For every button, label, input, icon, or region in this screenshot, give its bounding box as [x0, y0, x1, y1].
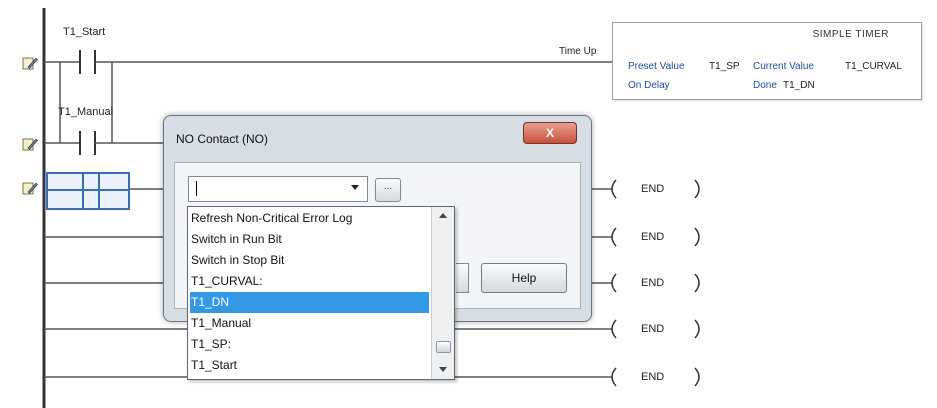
preset-value-label: Preset Value [628, 61, 685, 72]
chevron-down-icon[interactable] [351, 185, 359, 190]
contact-wire [48, 189, 128, 191]
preset-value: T1_SP [709, 61, 740, 72]
text-caret [196, 181, 197, 196]
list-item[interactable]: Switch in Run Bit [190, 229, 429, 250]
scroll-down-icon[interactable] [439, 367, 447, 372]
on-delay-label: On Delay [628, 80, 670, 91]
scroll-up-icon[interactable] [439, 213, 447, 218]
end-coil-left-2 [611, 227, 617, 247]
simple-timer-block[interactable]: SIMPLE TIMER Preset Value T1_SP Current … [612, 22, 922, 100]
dialog-title: NO Contact (NO) [176, 132, 269, 146]
tag-combobox[interactable] [188, 176, 368, 202]
end-coil-right-5 [694, 367, 700, 387]
list-item[interactable]: T1_SP: [190, 334, 429, 355]
end-coil-label: END [641, 183, 665, 195]
close-button[interactable]: X [523, 122, 577, 144]
list-item-selected[interactable]: T1_DN [190, 292, 429, 313]
tag-dropdown-list[interactable]: Refresh Non-Critical Error Log Switch in… [187, 206, 455, 380]
end-coil-label: END [641, 277, 665, 289]
done-value: T1_DN [783, 80, 815, 91]
rung-edit-icon[interactable] [22, 55, 38, 71]
end-coil-label: END [641, 231, 665, 243]
rung-edit-icon[interactable] [22, 136, 38, 152]
time-up-label: Time Up [559, 46, 597, 57]
list-item[interactable]: Switch in Stop Bit [190, 250, 429, 271]
dropdown-scrollbar[interactable] [431, 207, 454, 379]
rung-edit-icon[interactable] [22, 180, 38, 196]
selected-contact[interactable] [46, 172, 130, 210]
list-item[interactable]: Refresh Non-Critical Error Log [190, 208, 429, 229]
browse-button[interactable]: ... [375, 178, 401, 202]
end-coil-right-3 [694, 273, 700, 293]
end-coil-left-5 [611, 367, 617, 387]
scroll-thumb[interactable] [436, 341, 451, 353]
end-coil-right-1 [694, 179, 700, 199]
list-item[interactable]: T1_CURVAL: [190, 271, 429, 292]
contact-divider [82, 174, 84, 208]
end-coil-right-2 [694, 227, 700, 247]
end-coil-left-3 [611, 273, 617, 293]
ladder-editor: T1_Start T1_Manual Time Up SIMPLE TIMER … [0, 0, 937, 408]
done-label: Done [753, 80, 777, 91]
t1-manual-label: T1_Manual [58, 106, 114, 118]
help-button[interactable]: Help [481, 263, 567, 293]
timer-title: SIMPLE TIMER [812, 29, 889, 40]
end-coil-left-4 [611, 319, 617, 339]
end-coil-left-1 [611, 179, 617, 199]
list-item[interactable]: T1_Start [190, 355, 429, 376]
end-coil-right-4 [694, 319, 700, 339]
current-value-label: Current Value [753, 61, 814, 72]
end-coil-label: END [641, 323, 665, 335]
t1-start-label: T1_Start [63, 26, 106, 38]
contact-divider [98, 174, 100, 208]
list-item[interactable]: T1_Manual [190, 313, 429, 334]
current-value: T1_CURVAL [845, 61, 902, 72]
end-coil-label: END [641, 371, 665, 383]
partially-hidden-button[interactable] [456, 263, 469, 293]
